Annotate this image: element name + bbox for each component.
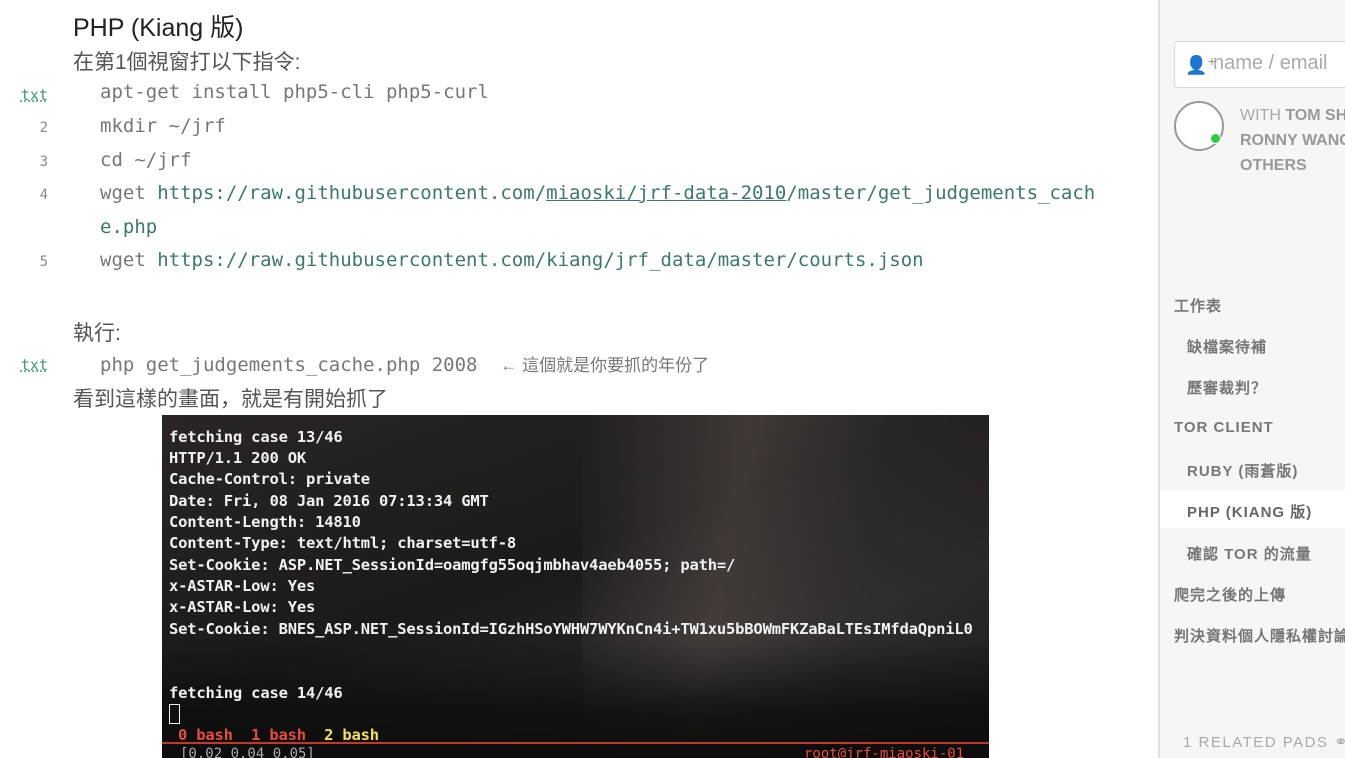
code-text: apt-get install php5-cli php5-curl [100,81,489,103]
terminal-line: fetching case 14/46 [169,684,343,702]
terminal-line: Content-Length: 14810 [169,513,361,531]
code-prefix: wget [100,249,158,271]
toc-item-worksheet[interactable]: 工作表 [1174,295,1222,316]
terminal-line: fetching case 13/46 [169,428,343,446]
code-lang-label[interactable]: txt [0,356,48,374]
terminal-line: Cache-Control: private [169,470,370,488]
toc-item-verify-tor[interactable]: 確認 TOR 的流量 [1187,543,1312,564]
document-pane: PHP (Kiang 版) 在第1個視窗打以下指令: txt apt-get i… [0,0,1158,758]
toc-item-php-active[interactable]: PHP (KIANG 版) [1187,501,1312,522]
toc-item-tor-client[interactable]: TOR CLIENT [1174,419,1274,436]
line-number: 4 [39,187,48,203]
collaborator-name[interactable]: TOM SH [1285,107,1345,124]
exec-label: 執行: [73,322,121,345]
sidebar: 👤+ WITH TOM SH RONNY WANG OTHERS 工作表 缺檔案… [1158,0,1345,758]
command-note: ← 這個就是你要抓的年份了 [500,356,710,375]
code-line: 5 wget https://raw.githubusercontent.com… [0,245,1100,279]
related-pads-label: 1 RELATED PADS [1183,734,1329,751]
command-text: php get_judgements_cache.php 2008 [100,354,478,376]
code-line: 4 wget https://raw.githubusercontent.com… [0,178,1100,212]
code-text: wget https://raw.githubusercontent.com/k… [100,249,924,271]
url-link[interactable]: e.php [100,216,157,238]
terminal-line: Set-Cookie: BNES_ASP.NET_SessionId=IGzhH… [169,620,973,638]
toc-item-missing-files[interactable]: 缺檔案待補 [1187,336,1267,357]
code-text: mkdir ~/jrf [100,115,226,137]
user-search-box[interactable]: 👤+ [1174,41,1345,88]
outro-text: 看到這樣的畫面，就是有開始抓了 [73,388,388,411]
code-line: e.php [0,212,1100,246]
terminal-cursor [169,704,180,724]
code-text: e.php [100,216,157,238]
code-text: cd ~/jrf [100,149,192,171]
url-link[interactable]: https://raw.githubusercontent.com/ [157,182,546,204]
toc-item-past-rulings[interactable]: 歷審裁判？ [1187,377,1267,398]
host-label: root@jrf-miaoski-01 [804,746,965,758]
collaborators-others[interactable]: OTHERS [1240,157,1307,174]
terminal-line: x-ASTAR-Low: Yes [169,598,316,616]
line-number: 5 [39,254,48,270]
terminal-line: Content-Type: text/html; charset=utf-8 [169,534,517,552]
line-number: 2 [39,120,48,136]
url-link[interactable]: /master/get_judgements_cach [786,182,1095,204]
load-average: [0.02 0.04 0.05] [180,746,315,758]
code-prefix: wget [100,182,158,204]
online-status-icon [1210,133,1221,144]
terminal-line: HTTP/1.1 200 OK [169,449,306,467]
toc-item-upload[interactable]: 爬完之後的上傳 [1174,584,1286,605]
avatar[interactable] [1174,101,1224,151]
url-link[interactable]: https://raw.githubusercontent.com/kiang/… [157,249,923,271]
collaborator-name[interactable]: RONNY WANG [1240,132,1345,149]
code-lang-label[interactable]: txt [0,86,48,104]
tmux-status-line [162,742,989,744]
with-label: WITH [1240,107,1281,124]
section-heading: PHP (Kiang 版) [73,14,244,42]
toc-item-privacy[interactable]: 判決資料個人隱私權討論 [1174,625,1345,646]
url-link[interactable]: miaoski/jrf-data-2010 [546,182,786,204]
code-text: php get_judgements_cache.php 2008 ← 這個就是… [100,351,709,376]
code-line: txt php get_judgements_cache.php 2008 ← … [0,347,1100,381]
user-search-input[interactable] [1211,51,1345,76]
toc-item-ruby[interactable]: RUBY (雨蒼版) [1187,460,1298,481]
link-icon: ⚭ [1334,734,1345,751]
terminal-line: Set-Cookie: ASP.NET_SessionId=oamgfg55oq… [169,556,736,574]
collaborators-list: WITH TOM SH RONNY WANG OTHERS [1240,103,1345,178]
related-pads-link[interactable]: 1 RELATED PADS ⚭ [1183,732,1345,752]
intro-text: 在第1個視窗打以下指令: [73,51,301,74]
code-line: txt apt-get install php5-cli php5-curl [0,77,1100,111]
terminal-line: x-ASTAR-Low: Yes [169,577,316,595]
terminal-line: Date: Fri, 08 Jan 2016 07:13:34 GMT [169,492,489,510]
code-line: 3 cd ~/jrf [0,145,1100,179]
terminal-screenshot: fetching case 13/46 HTTP/1.1 200 OK Cach… [162,415,989,758]
line-number: 3 [39,154,48,170]
code-line: 2 mkdir ~/jrf [0,111,1100,145]
code-text: wget https://raw.githubusercontent.com/m… [100,182,1095,204]
